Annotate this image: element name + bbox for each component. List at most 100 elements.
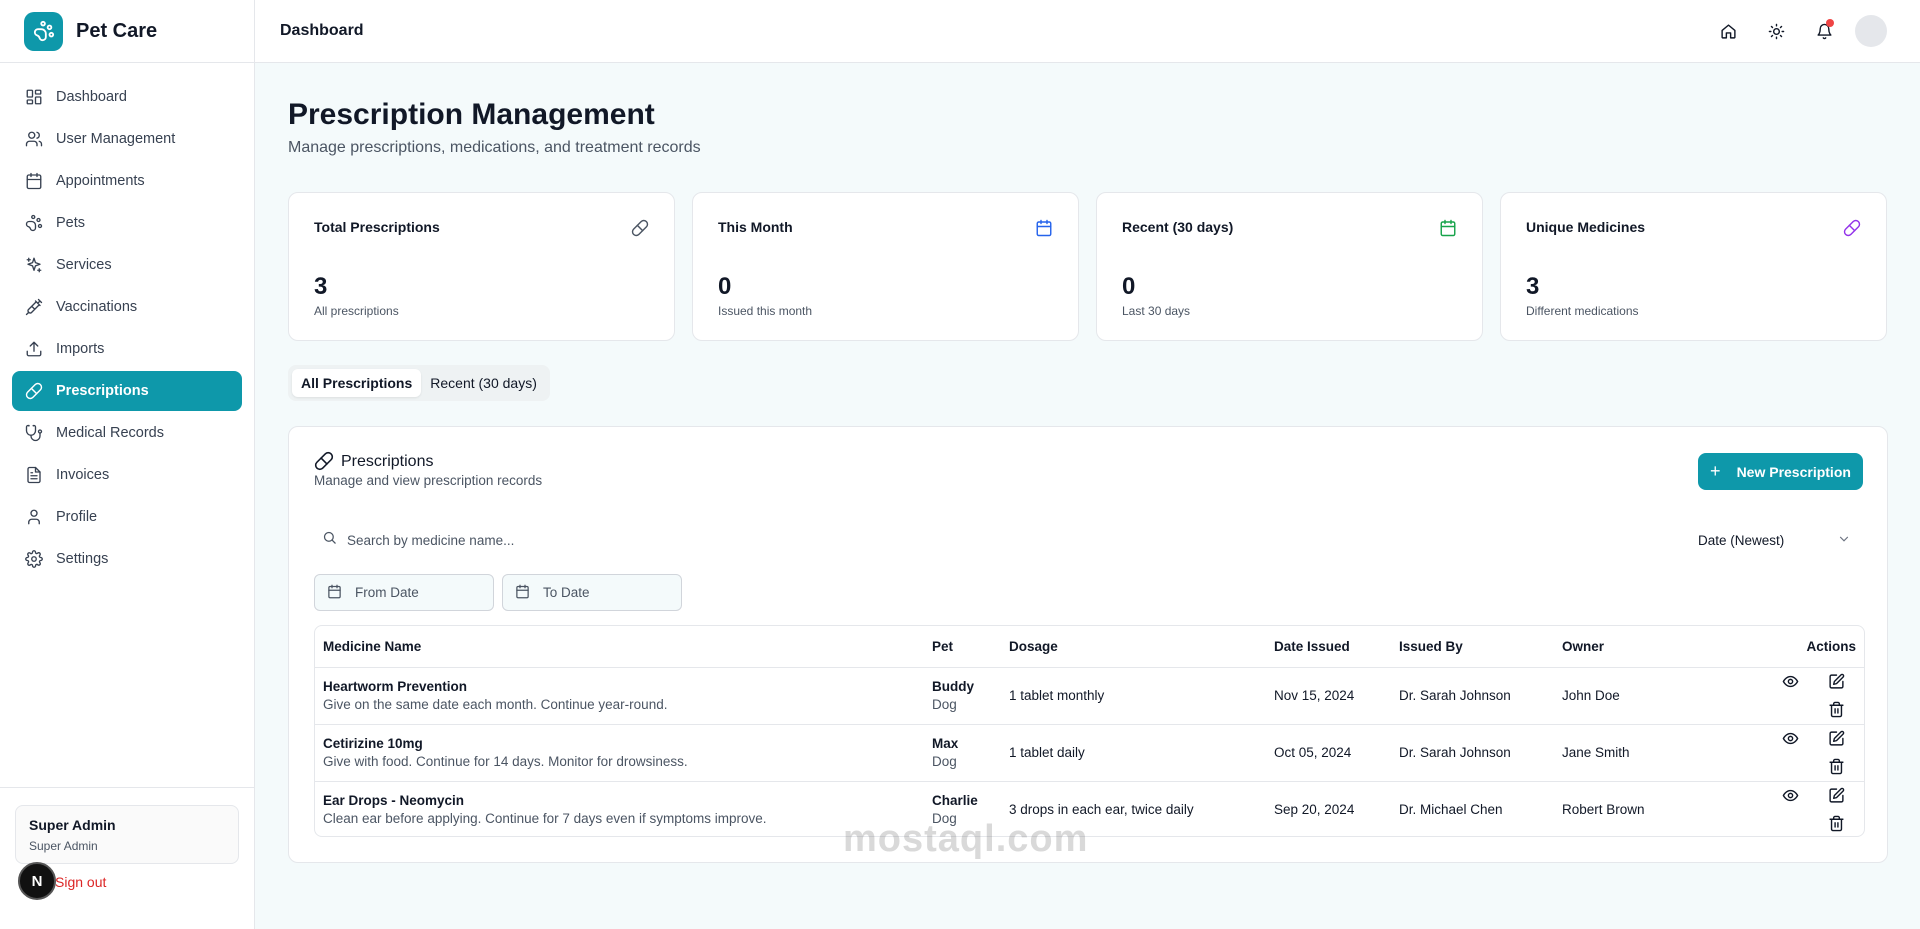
sign-out-link[interactable]: Sign out (55, 874, 106, 890)
stat-desc: Different medications (1526, 304, 1639, 318)
medicine-cell: Cetirizine 10mg Give with food. Continue… (315, 724, 924, 782)
sidebar-item-vaccinations[interactable]: Vaccinations (12, 287, 242, 327)
sidebar-item-invoices[interactable]: Invoices (12, 455, 242, 495)
pill-icon (314, 451, 334, 471)
syringe-icon (24, 297, 44, 317)
stat-card-total-prescriptions: Total Prescriptions 3 All prescriptions (288, 192, 675, 341)
new-prescription-button[interactable]: + New Prescription (1698, 453, 1863, 490)
column-header[interactable]: Dosage (1001, 626, 1266, 668)
sort-value: Date (Newest) (1698, 532, 1785, 548)
watermark: mostaql.com (843, 818, 1089, 860)
sidebar-item-imports[interactable]: Imports (12, 329, 242, 369)
sidebar-item-label: Appointments (56, 173, 145, 189)
search-icon (322, 530, 337, 550)
sidebar-item-services[interactable]: Services (12, 245, 242, 285)
sidebar-item-dashboard[interactable]: Dashboard (12, 77, 242, 117)
calendar-icon (24, 171, 44, 191)
sidebar-item-profile[interactable]: Profile (12, 497, 242, 537)
sidebar-item-prescriptions[interactable]: Prescriptions (12, 371, 242, 411)
eye-icon[interactable] (1776, 668, 1804, 696)
dosage-cell: 1 tablet monthly (1001, 667, 1266, 725)
user-name: Super Admin (29, 817, 116, 833)
sidebar-item-user-management[interactable]: User Management (12, 119, 242, 159)
user-card[interactable]: Super Admin Super Admin (15, 805, 239, 864)
sidebar-item-label: Settings (56, 551, 109, 567)
paw-icon (24, 213, 44, 233)
column-header[interactable]: Pet (924, 626, 1001, 668)
tab-all-prescriptions[interactable]: All Prescriptions (292, 369, 422, 397)
stat-desc: All prescriptions (314, 304, 399, 318)
sidebar-item-label: Medical Records (56, 425, 164, 441)
issued-by-cell: Dr. Michael Chen (1399, 802, 1503, 818)
edit-icon[interactable] (1822, 725, 1850, 753)
sidebar-item-medical-records[interactable]: Medical Records (12, 413, 242, 453)
prescriptions-panel: Prescriptions Manage and view prescripti… (288, 426, 1888, 863)
search-bar (314, 523, 1676, 557)
owner-cell: John Doe (1554, 667, 1714, 725)
user-role: Super Admin (29, 839, 98, 853)
sidebar-item-settings[interactable]: Settings (12, 539, 242, 579)
stat-value: 0 (718, 273, 732, 300)
sidebar-item-appointments[interactable]: Appointments (12, 161, 242, 201)
sun-icon[interactable] (1758, 13, 1794, 49)
new-prescription-label: New Prescription (1736, 463, 1851, 480)
table-row[interactable]: Ear Drops - Neomycin Clean ear before ap… (315, 781, 1864, 836)
from-date-field[interactable]: From Date (314, 574, 494, 611)
to-date-field[interactable]: To Date (502, 574, 682, 611)
sparkles-icon (24, 255, 44, 275)
table-row[interactable]: Heartworm Prevention Give on the same da… (315, 667, 1864, 725)
column-header[interactable]: Owner (1554, 626, 1714, 668)
trash-icon[interactable] (1822, 753, 1850, 781)
users-icon (24, 129, 44, 149)
top-header: Dashboard (255, 0, 1920, 63)
medicine-cell: Ear Drops - Neomycin Clean ear before ap… (315, 781, 924, 836)
eye-icon[interactable] (1776, 782, 1804, 810)
edit-icon[interactable] (1822, 668, 1850, 696)
column-header[interactable]: Issued By (1391, 626, 1554, 668)
search-input[interactable] (347, 532, 1347, 548)
pet-cell: Buddy Dog (924, 667, 1001, 725)
stat-title: Total Prescriptions (314, 219, 440, 235)
issued-by-cell: Dr. Sarah Johnson (1391, 667, 1554, 725)
sidebar-item-label: Dashboard (56, 89, 127, 105)
medicine-note: Give on the same date each month. Contin… (323, 697, 668, 712)
date-cell: Nov 15, 2024 (1266, 667, 1391, 725)
actions-cell (1714, 781, 1864, 836)
column-header[interactable]: Date Issued (1266, 626, 1391, 668)
sort-select[interactable]: Date (Newest) (1686, 523, 1863, 557)
notification-dot (1826, 19, 1834, 27)
stat-card-unique-medicines: Unique Medicines 3 Different medications (1500, 192, 1887, 341)
sidebar-item-label: Services (56, 257, 112, 273)
calendar-icon (515, 584, 530, 602)
edit-icon[interactable] (1822, 782, 1850, 810)
sidebar-item-label: Profile (56, 509, 98, 525)
sidebar-item-pets[interactable]: Pets (12, 203, 242, 243)
table-row[interactable]: Cetirizine 10mg Give with food. Continue… (315, 724, 1864, 782)
owner-cell: Jane Smith (1554, 724, 1714, 782)
upload-icon (24, 339, 44, 359)
pet-cell: Max Dog (924, 724, 1001, 782)
sidebar-footer: Super Admin Super Admin Sign out N (0, 787, 254, 929)
stat-card-recent: Recent (30 days) 0 Last 30 days (1096, 192, 1483, 341)
avatar[interactable] (1855, 15, 1887, 47)
eye-icon[interactable] (1776, 725, 1804, 753)
trash-icon[interactable] (1822, 810, 1850, 836)
sidebar-item-label: Pets (56, 215, 86, 231)
dev-tools-badge[interactable]: N (18, 862, 56, 900)
stats-row: Total Prescriptions 3 All prescriptions … (288, 192, 1888, 341)
dosage-cell: 1 tablet daily (1001, 724, 1266, 782)
column-header: Actions (1714, 626, 1864, 668)
grid-icon (24, 87, 44, 107)
stethoscope-icon (24, 423, 44, 443)
stat-desc: Issued this month (718, 304, 813, 318)
actions-cell (1714, 667, 1864, 725)
stat-value: 3 (314, 273, 328, 300)
bell-icon[interactable] (1806, 13, 1842, 49)
column-header[interactable]: Medicine Name (315, 626, 924, 668)
home-icon[interactable] (1710, 13, 1746, 49)
plus-icon: + (1710, 461, 1721, 481)
medicine-note: Give with food. Continue for 14 days. Mo… (323, 754, 688, 769)
tab-recent[interactable]: Recent (30 days) (421, 369, 546, 397)
brand[interactable]: Pet Care (0, 0, 254, 63)
trash-icon[interactable] (1822, 696, 1850, 724)
